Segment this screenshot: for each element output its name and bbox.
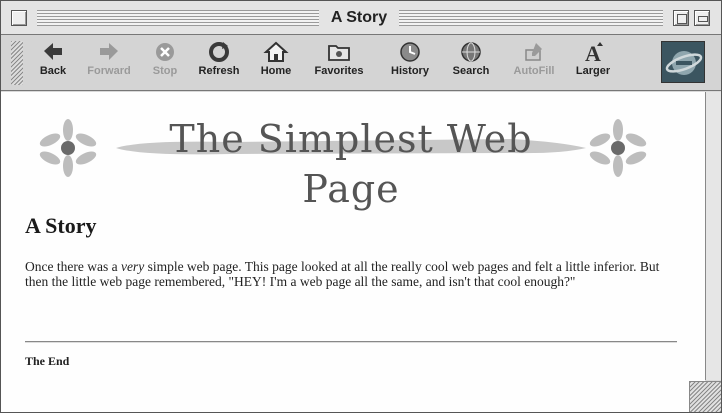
banner: The Simplest Web Page (31, 106, 661, 211)
home-button[interactable]: Home (253, 40, 299, 86)
browser-toolbar: Back Forward Stop Refresh Home Favorites… (1, 35, 721, 91)
ie-globe-icon (665, 51, 703, 75)
vertical-scrollbar[interactable] (705, 92, 721, 380)
search-icon (461, 42, 481, 62)
back-label: Back (39, 65, 67, 77)
history-label: History (391, 65, 429, 77)
favorites-folder-icon (328, 45, 350, 61)
story-emphasis: very (120, 259, 145, 274)
flower-right-icon (589, 119, 647, 177)
larger-text-button[interactable]: A Larger (569, 40, 617, 86)
stop-label: Stop (152, 65, 178, 77)
forward-arrow-icon (100, 43, 118, 60)
page-heading: A Story (25, 213, 97, 238)
refresh-button[interactable]: Refresh (191, 40, 247, 86)
title-bar-stripes-right (399, 10, 663, 26)
stop-icon (156, 43, 174, 61)
resize-grip-handle[interactable] (689, 381, 721, 412)
page-content: The Simplest Web Page A Story Once there… (1, 92, 705, 412)
story-text-start: Once there was a (25, 259, 121, 274)
refresh-icon (209, 42, 229, 62)
story-paragraph: Once there was a very simple web page. T… (25, 259, 675, 289)
title-bar-stripes-left (37, 10, 319, 26)
larger-text-icon: A (585, 41, 603, 64)
toolbar-grip-handle[interactable] (11, 41, 23, 85)
banner-title: The Simplest Web Page (169, 117, 533, 211)
autofill-button[interactable]: AutoFill (505, 40, 563, 86)
search-label: Search (452, 65, 490, 77)
back-arrow-icon (44, 43, 62, 60)
home-icon (263, 41, 289, 62)
flower-left-icon (39, 119, 97, 177)
browser-window: A Story Back Forward Stop Refresh Home F… (0, 0, 722, 413)
window-title: A Story (330, 9, 388, 26)
history-icon (400, 42, 420, 62)
browser-logo (661, 41, 705, 83)
forward-label: Forward (87, 65, 131, 77)
zoom-box-button[interactable] (673, 10, 689, 26)
history-button[interactable]: History (381, 40, 439, 86)
collapse-box-button[interactable] (694, 10, 710, 26)
stop-button[interactable]: Stop (145, 40, 185, 86)
close-box-button[interactable] (11, 10, 27, 26)
larger-label: Larger (575, 65, 611, 77)
search-button[interactable]: Search (445, 40, 497, 86)
autofill-icon (525, 43, 542, 61)
favorites-button[interactable]: Favorites (305, 40, 373, 86)
horizontal-rule (25, 341, 677, 343)
back-button[interactable]: Back (33, 40, 73, 86)
autofill-label: AutoFill (513, 65, 555, 77)
title-bar[interactable]: A Story (1, 1, 721, 35)
home-label: Home (260, 65, 292, 77)
refresh-label: Refresh (198, 65, 240, 77)
story-footer: The End (25, 354, 70, 368)
favorites-label: Favorites (314, 65, 364, 77)
forward-button[interactable]: Forward (79, 40, 139, 86)
